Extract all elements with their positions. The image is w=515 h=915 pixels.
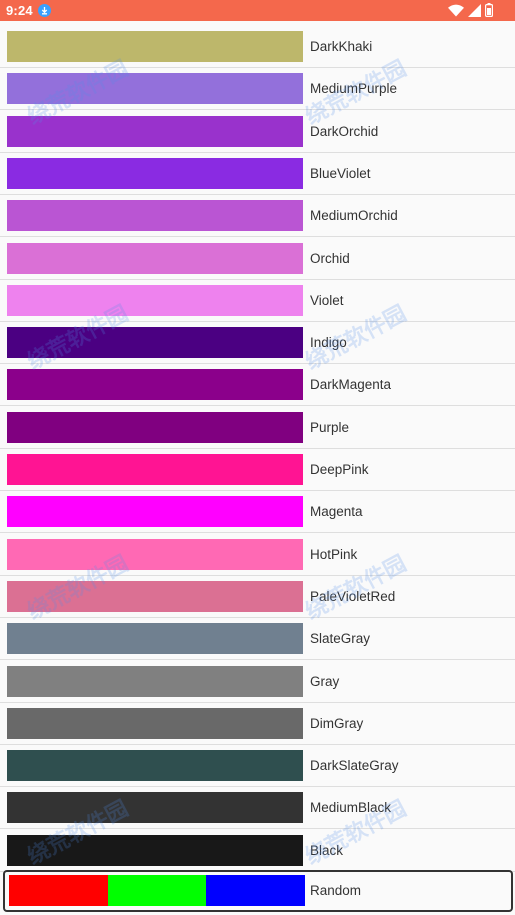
color-label: SlateGray [310, 631, 371, 647]
color-swatch [7, 284, 303, 316]
color-label: Magenta [310, 504, 363, 520]
color-label: BlueViolet [310, 165, 371, 181]
color-swatch [7, 31, 303, 62]
color-swatch [7, 750, 303, 782]
color-label: DarkMagenta [310, 377, 392, 393]
wifi-icon [448, 4, 464, 16]
color-swatch [7, 538, 303, 570]
status-time: 9:24 [6, 3, 33, 18]
color-label: MediumPurple [310, 81, 398, 97]
color-row[interactable]: Orchid [0, 238, 515, 280]
color-row[interactable]: Magenta [0, 491, 515, 534]
color-label: Purple [310, 419, 350, 435]
color-row[interactable]: MediumPurple [0, 68, 515, 111]
color-swatch [7, 73, 303, 105]
color-row[interactable]: DarkSlateGray [0, 745, 515, 788]
color-row[interactable]: Gray [0, 661, 515, 703]
color-swatch [7, 454, 303, 485]
color-swatch [7, 115, 303, 147]
color-swatch [7, 665, 303, 697]
color-row[interactable]: DarkOrchid [0, 111, 515, 153]
color-swatch [7, 157, 303, 189]
color-row[interactable]: Purple [0, 407, 515, 449]
color-row[interactable]: MediumBlack [0, 787, 515, 830]
color-row[interactable]: DeepPink [0, 449, 515, 491]
color-row[interactable]: PaleVioletRed [0, 576, 515, 618]
random-stripe [206, 875, 306, 906]
battery-icon [485, 3, 493, 17]
color-label: DarkOrchid [310, 123, 379, 139]
color-row[interactable]: MediumOrchid [0, 195, 515, 238]
color-label: PaleVioletRed [310, 588, 396, 604]
color-row[interactable]: SlateGray [0, 618, 515, 661]
color-row[interactable]: Indigo [0, 322, 515, 365]
color-swatch [7, 327, 303, 359]
color-row[interactable]: HotPink [0, 534, 515, 576]
random-stripe [107, 875, 207, 906]
status-icons [448, 3, 493, 17]
download-icon [37, 4, 51, 17]
color-label: Black [310, 842, 344, 858]
color-swatch [7, 200, 303, 232]
color-label: DimGray [310, 715, 364, 731]
color-row[interactable]: DimGray [0, 703, 515, 745]
color-label: Indigo [310, 335, 347, 351]
color-swatch [7, 834, 303, 866]
color-label: DarkSlateGray [310, 758, 399, 774]
color-swatch [7, 411, 303, 443]
color-swatch [7, 242, 303, 274]
color-row[interactable]: DarkMagenta [0, 364, 515, 407]
color-swatch [7, 496, 303, 528]
random-swatch [9, 875, 306, 906]
color-row[interactable]: Violet [0, 280, 515, 322]
color-row[interactable]: DarkKhaki [0, 26, 515, 68]
status-bar: 9:24 [0, 0, 515, 21]
color-label: MediumBlack [310, 800, 392, 816]
color-label: HotPink [310, 546, 358, 562]
color-label: Gray [310, 673, 340, 689]
color-swatch [7, 623, 303, 655]
random-label: Random [310, 883, 362, 898]
color-label: MediumOrchid [310, 208, 398, 224]
color-label: DarkKhaki [310, 39, 373, 54]
color-swatch [7, 792, 303, 824]
color-label: Orchid [310, 250, 350, 266]
color-row[interactable]: Black [0, 830, 515, 872]
color-swatch [7, 580, 303, 612]
color-swatch [7, 369, 303, 401]
signal-icon [468, 3, 481, 17]
random-stripe [9, 875, 108, 906]
color-row[interactable]: BlueViolet [0, 153, 515, 195]
color-label: DeepPink [310, 462, 369, 477]
color-row-random[interactable]: Random [3, 870, 513, 912]
color-swatch [7, 707, 303, 739]
color-label: Violet [310, 292, 344, 308]
